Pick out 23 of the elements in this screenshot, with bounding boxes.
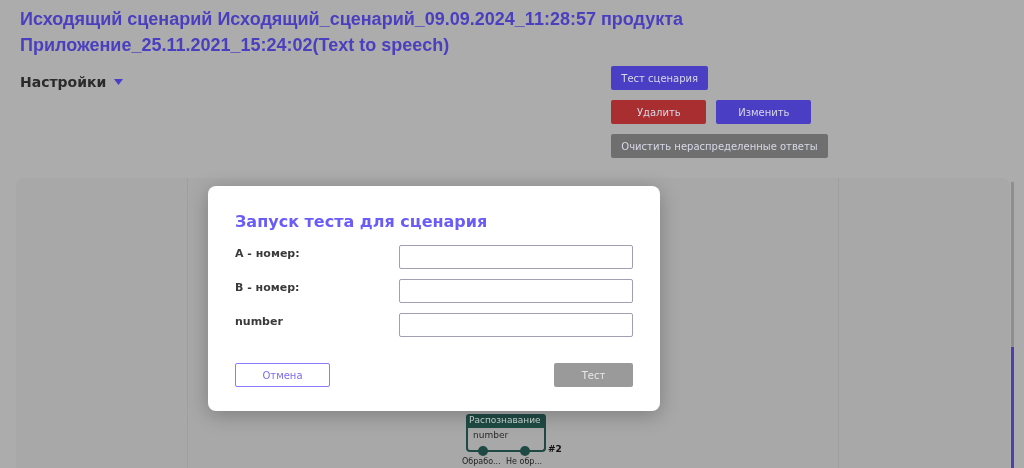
dialog-title: Запуск теста для сценария xyxy=(235,212,489,231)
scrollbar-thumb[interactable] xyxy=(1011,347,1014,468)
field-label: B - номер: xyxy=(235,280,301,294)
node-title: Распознавание xyxy=(466,414,546,428)
caret-icon xyxy=(114,79,124,85)
delete-button[interactable]: Удалить xyxy=(611,100,707,124)
action-button[interactable]: Очистить нераспределенные ответы xyxy=(611,134,828,158)
node-port[interactable] xyxy=(520,446,530,456)
scrollbar-track[interactable] xyxy=(1011,182,1014,468)
field-label: A - номер: xyxy=(235,246,301,260)
node-number-label: #2 xyxy=(548,444,562,454)
action-button[interactable]: Изменить xyxy=(716,100,812,124)
input-field[interactable] xyxy=(399,313,633,337)
port-label: Обрабо... xyxy=(462,457,501,466)
input-field[interactable] xyxy=(399,245,633,269)
field-label: number xyxy=(235,314,284,328)
settings-dropdown[interactable]: Настройки xyxy=(20,72,124,92)
port-label: Не обр... xyxy=(506,457,542,466)
page-title: Исходящий сценарий Исходящий_сценарий_09.09.2024_11:28:57 продукта Приложение_25.11.2021_15:24:02(Text to speech) xyxy=(19,8,685,57)
cancel-button[interactable]: Отмена xyxy=(235,363,330,387)
node-port[interactable] xyxy=(478,446,488,456)
action-button[interactable]: Тест сценария xyxy=(611,66,709,90)
input-field[interactable] xyxy=(399,279,633,303)
